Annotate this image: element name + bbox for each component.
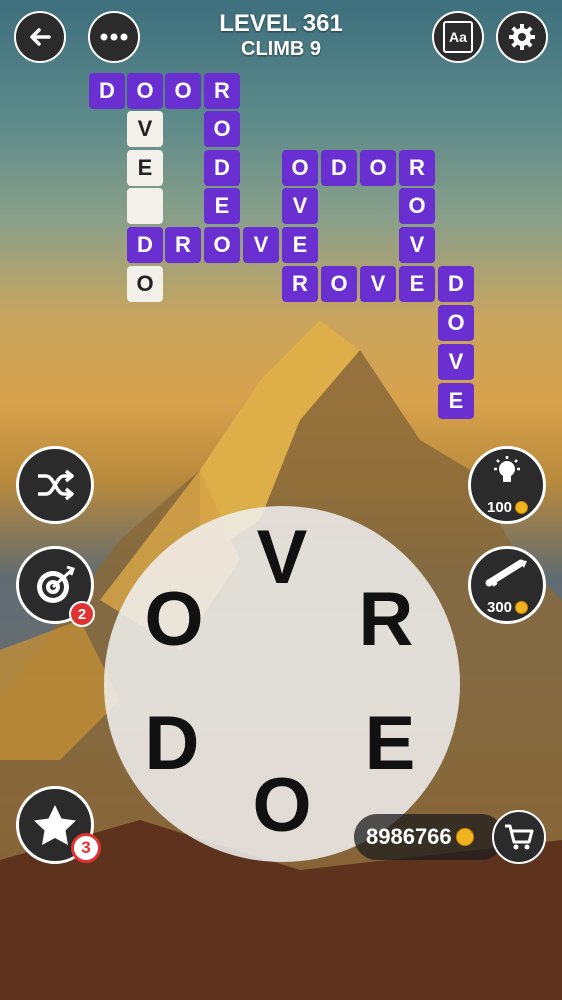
grid-tile: D — [89, 73, 125, 109]
target-booster-button[interactable]: 2 — [16, 546, 95, 627]
shop-button[interactable] — [492, 810, 546, 864]
wheel-letter[interactable]: E — [350, 704, 430, 784]
grid-tile: D — [438, 266, 474, 302]
rocket-button[interactable]: 300 — [468, 546, 546, 624]
grid-tile-hint: V — [127, 111, 163, 147]
grid-tile: E — [204, 188, 240, 224]
grid-tile: E — [438, 383, 474, 419]
grid-tile-hint: E — [127, 150, 163, 186]
grid-tile: O — [360, 150, 396, 186]
dictionary-icon: Aa — [443, 21, 473, 53]
wheel-letter[interactable]: V — [242, 518, 322, 598]
grid-tile: D — [204, 150, 240, 186]
game-screen: LEVEL 361 CLIMB 9 Aa D O O R V O E D E D… — [0, 0, 562, 1000]
wheel-letter[interactable]: D — [132, 704, 212, 784]
grid-tile: V — [243, 227, 279, 263]
grid-tile: O — [127, 73, 163, 109]
cart-icon — [505, 824, 534, 850]
shuffle-button[interactable] — [16, 446, 94, 524]
star-button[interactable]: 3 — [16, 786, 101, 864]
grid-tile: V — [399, 227, 435, 263]
target-icon — [37, 565, 75, 603]
coin-icon — [455, 828, 474, 846]
grid-tile: R — [282, 266, 318, 302]
grid-tile: O — [165, 73, 201, 109]
star-count-badge: 3 — [71, 833, 101, 863]
grid-tile: O — [204, 111, 240, 147]
grid-tile: E — [399, 266, 435, 302]
wheel-letter[interactable]: O — [134, 580, 214, 660]
dictionary-button[interactable]: Aa — [432, 11, 484, 63]
shuffle-icon — [38, 469, 74, 501]
grid-tile: D — [127, 227, 163, 263]
grid-tile: R — [399, 150, 435, 186]
grid-tile: E — [282, 227, 318, 263]
settings-button[interactable] — [496, 11, 548, 63]
grid-tile: O — [204, 227, 240, 263]
grid-tile: V — [282, 188, 318, 224]
grid-tile: R — [204, 73, 240, 109]
grid-tile: R — [165, 227, 201, 263]
wheel-letter[interactable]: O — [242, 766, 322, 846]
grid-tile: D — [321, 150, 357, 186]
coin-icon — [515, 601, 529, 614]
hint-cost: 100 — [487, 499, 529, 516]
rocket-cost: 300 — [487, 599, 529, 616]
star-icon — [34, 805, 76, 845]
grid-tile: O — [438, 305, 474, 341]
lightbulb-icon — [494, 456, 520, 482]
target-count-badge: 2 — [69, 601, 95, 627]
grid-tile: O — [321, 266, 357, 302]
grid-tile: O — [282, 150, 318, 186]
hint-button[interactable]: 100 — [468, 446, 546, 524]
gear-icon — [509, 24, 535, 50]
coin-icon — [515, 501, 529, 514]
grid-tile: V — [360, 266, 396, 302]
grid-tile: O — [399, 188, 435, 224]
grid-tile: V — [438, 344, 474, 380]
grid-tile-empty — [127, 188, 163, 224]
letter-wheel[interactable]: V O R D E O — [104, 506, 460, 862]
coin-balance-value: 8986766 — [366, 824, 452, 849]
grid-tile-hint: O — [127, 266, 163, 302]
coin-balance: 8986766 — [354, 814, 504, 860]
rocket-icon — [485, 559, 527, 587]
wheel-letter[interactable]: R — [346, 580, 426, 660]
